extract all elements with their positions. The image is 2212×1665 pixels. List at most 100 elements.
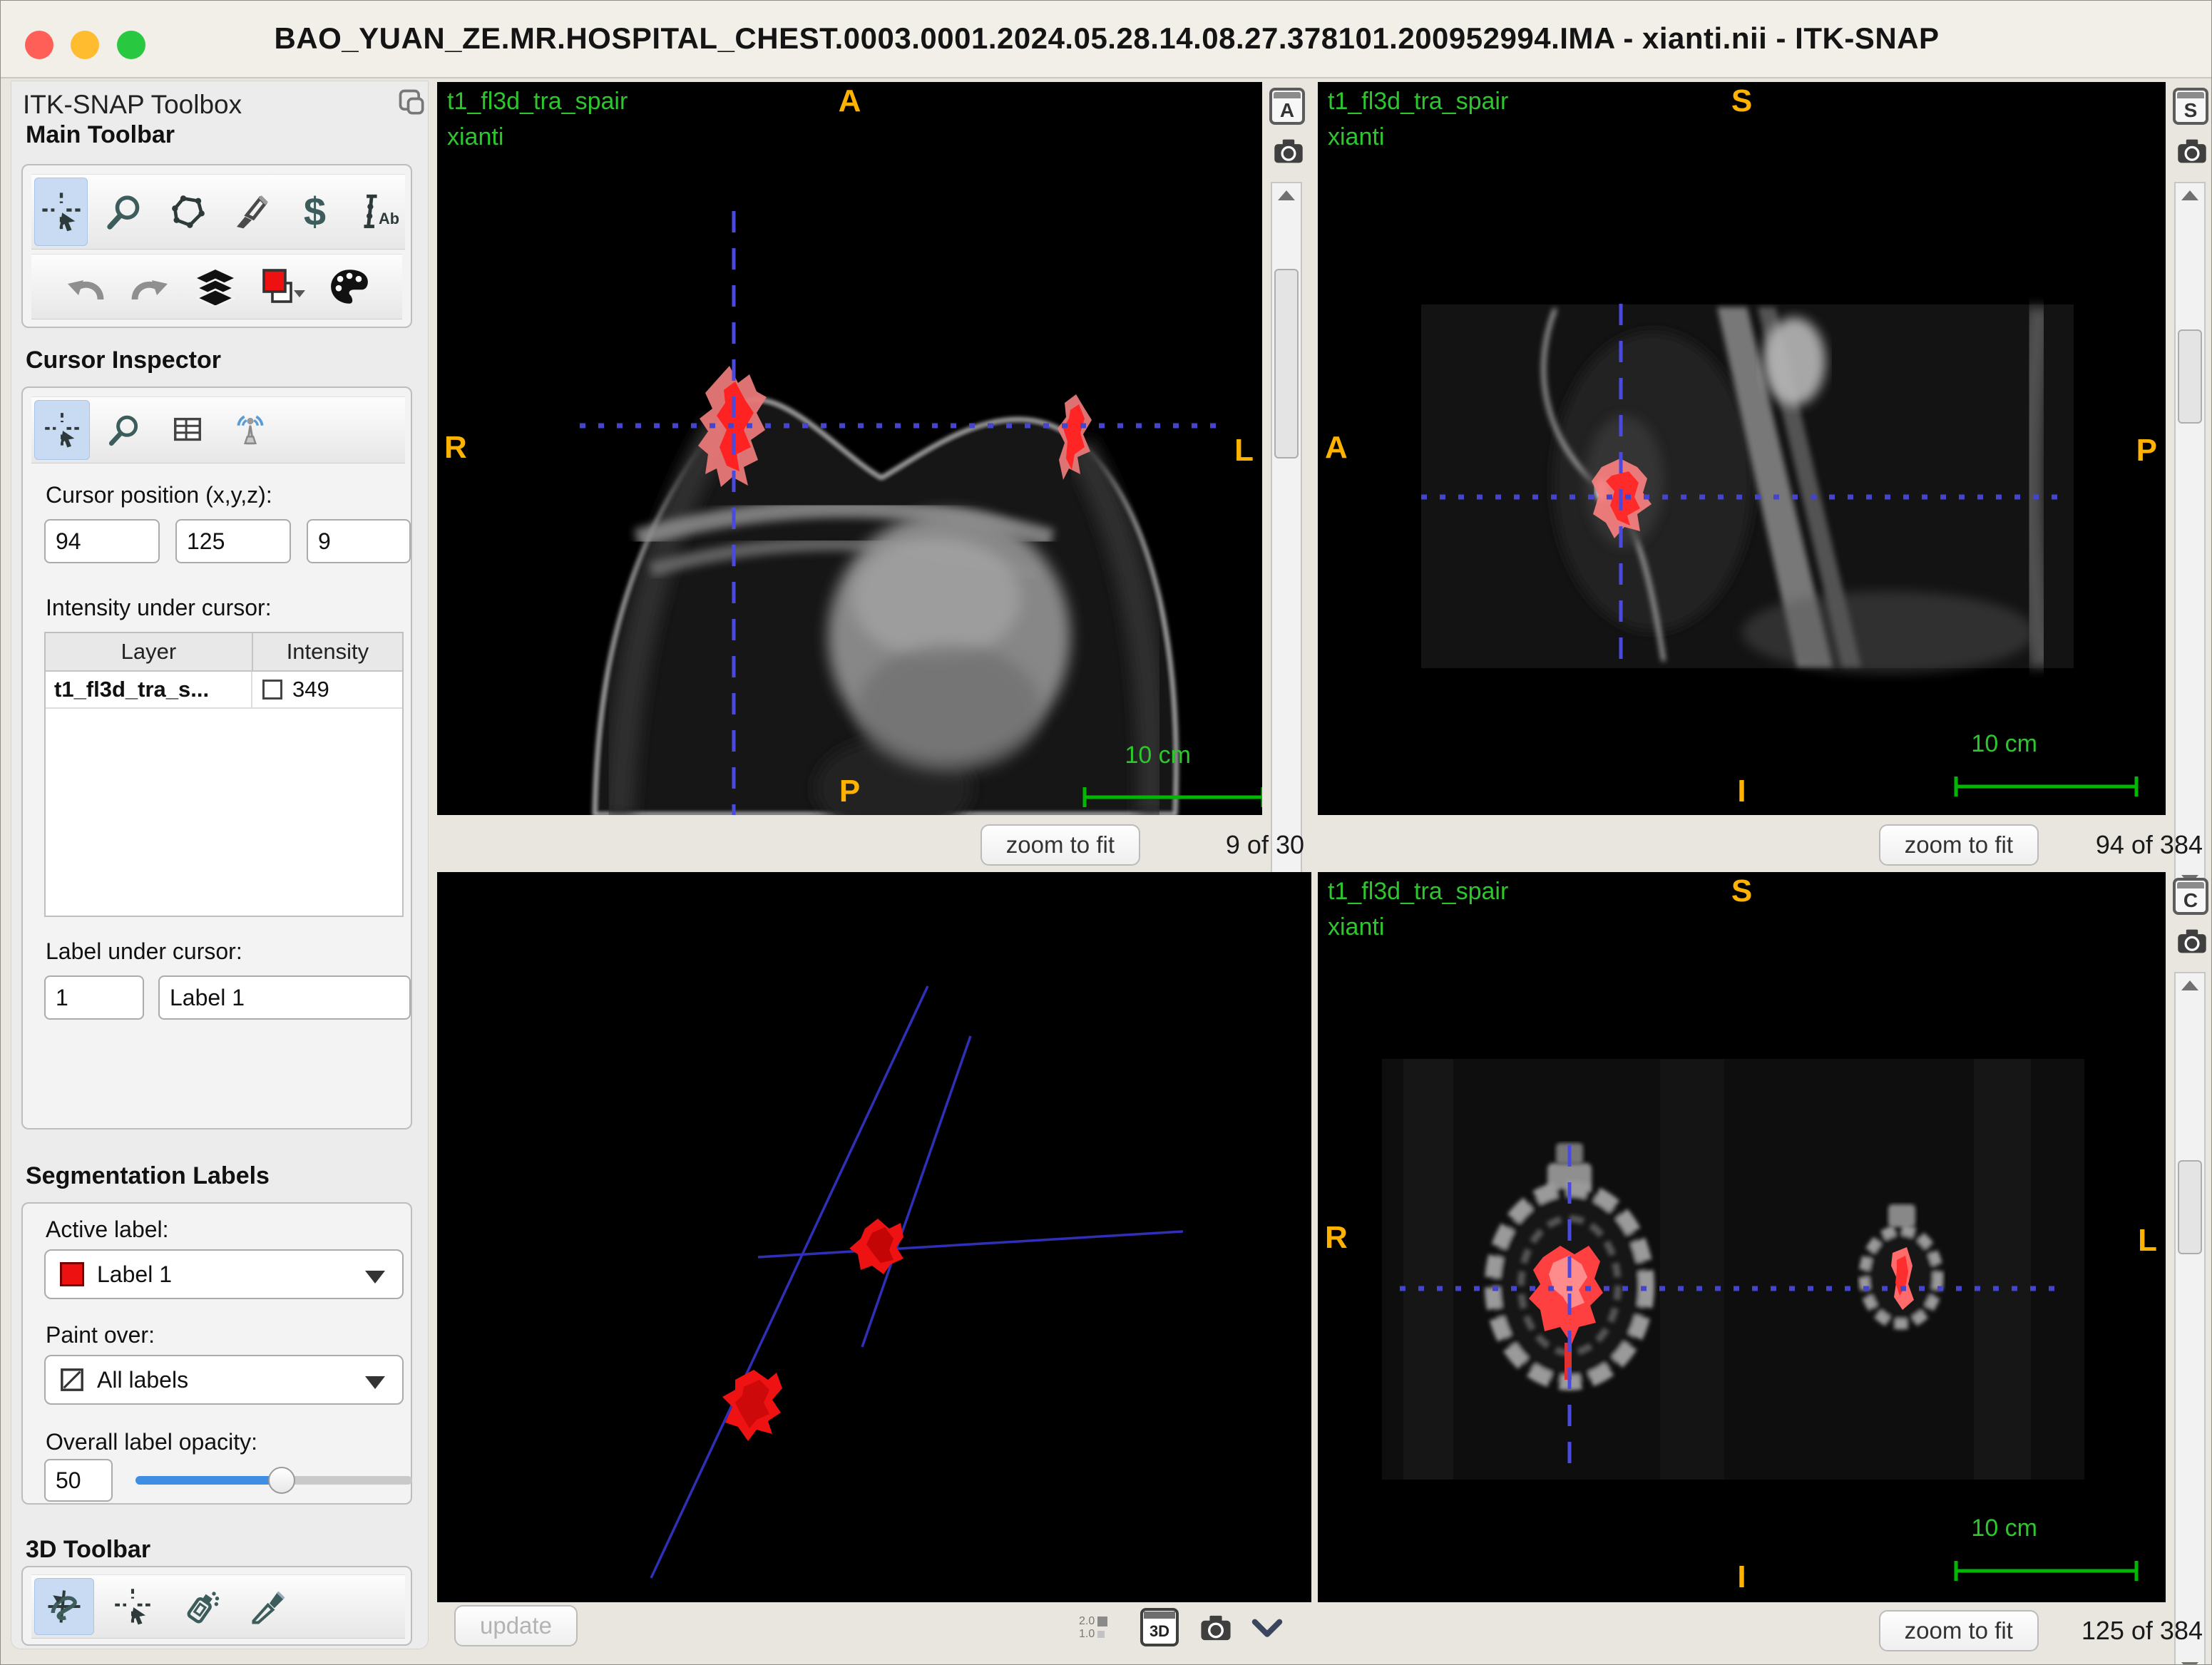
3d-mode-icon[interactable]: 3D: [1140, 1608, 1179, 1646]
sagittal-scroll-thumb[interactable]: [2178, 329, 2202, 424]
magnifier-icon: [107, 412, 143, 448]
inspector-crosshair-mode-button[interactable]: [34, 400, 90, 461]
zoom-to-fit-button[interactable]: zoom to fit: [1879, 824, 2039, 866]
update-button[interactable]: update: [454, 1605, 578, 1646]
orientation-letter-top: S: [1318, 874, 2166, 909]
paintbrush-tool-button[interactable]: [225, 178, 278, 246]
scroll-up-icon[interactable]: [2176, 183, 2204, 208]
magnifier-icon: [105, 192, 145, 232]
all-labels-icon: [60, 1368, 84, 1392]
coronal-slice-indicator: 125 of 384: [2082, 1616, 2203, 1646]
camera-icon[interactable]: [1199, 1612, 1233, 1644]
layer-inspector-icon[interactable]: [195, 268, 235, 305]
3d-scale-toggle-icon[interactable]: 2.0 1.0: [1079, 1607, 1107, 1649]
coronal-viewport[interactable]: t1_fl3d_tra_spair xianti S R L I 10 cm: [1318, 872, 2166, 1602]
intensity-under-cursor-label: Intensity under cursor:: [46, 595, 272, 621]
zoom-to-fit-button[interactable]: zoom to fit: [1879, 1610, 2039, 1651]
paint-over-dropdown[interactable]: All labels: [44, 1355, 404, 1405]
opacity-field[interactable]: [44, 1459, 113, 1502]
orientation-letter-right: L: [2138, 1223, 2157, 1259]
subject-label: xianti: [1328, 913, 1384, 941]
orientation-letter-right: L: [1234, 433, 1254, 468]
scroll-down-icon[interactable]: [2176, 1655, 2204, 1665]
camera-icon[interactable]: [1272, 136, 1305, 166]
annotation-ruler-icon: Ab: [358, 191, 399, 232]
label-editor-palette-icon[interactable]: [329, 268, 369, 305]
annotation-tool-button[interactable]: Ab: [352, 178, 405, 246]
table-grid-icon: [171, 414, 204, 446]
camera-icon[interactable]: [2176, 136, 2208, 166]
label-id-field[interactable]: [44, 975, 144, 1020]
scale-bar-label: 10 cm: [1971, 1515, 2037, 1542]
toolbox-panel: ITK-SNAP Toolbox Main Toolbar: [11, 81, 429, 1649]
segmentation-labels-frame: Active label: Label 1 Paint over: All la…: [21, 1202, 412, 1505]
active-label-value: Label 1: [97, 1261, 172, 1288]
cursor-position-label: Cursor position (x,y,z):: [46, 482, 272, 508]
3d-scalpel-tool-button[interactable]: [240, 1578, 299, 1636]
cursor-z-field[interactable]: [307, 519, 411, 563]
label-name-field[interactable]: [158, 975, 411, 1020]
undock-panel-icon[interactable]: [396, 87, 428, 118]
svg-text:Ab: Ab: [379, 210, 399, 227]
axial-viewport[interactable]: t1_fl3d_tra_spair xianti A R L P 10 cm: [437, 82, 1262, 815]
intensity-table: Layer Intensity t1_fl3d_tra_s... 349: [44, 632, 404, 917]
label-under-cursor-label: Label under cursor:: [46, 938, 242, 965]
camera-icon[interactable]: [2176, 926, 2208, 956]
window-title: BAO_YUAN_ZE.MR.HOSPITAL_CHEST.0003.0001.…: [1, 1, 2212, 76]
trackball-crosshair-icon: [45, 1587, 83, 1626]
scroll-up-icon[interactable]: [1272, 183, 1301, 208]
zoom-tool-button[interactable]: [98, 178, 151, 246]
table-row[interactable]: t1_fl3d_tra_s... 349: [46, 672, 402, 709]
polygon-tool-button[interactable]: [161, 178, 215, 246]
3d-crosshair-tool-button[interactable]: [103, 1578, 163, 1636]
intensity-table-header: Layer Intensity: [46, 633, 402, 672]
layer-checkbox-icon[interactable]: [262, 680, 282, 700]
scale-bar-label: 10 cm: [1971, 730, 2037, 758]
orientation-letter-right: P: [2136, 433, 2157, 468]
main-toolbar-frame: $ Ab: [21, 164, 412, 328]
coronal-mri-image: [1318, 872, 2166, 1602]
scale-bar-label: 10 cm: [1125, 742, 1191, 769]
active-label-dropdown[interactable]: Label 1: [44, 1249, 404, 1299]
opacity-slider-thumb[interactable]: [268, 1467, 295, 1494]
zoom-to-fit-button[interactable]: zoom to fit: [980, 824, 1140, 866]
axial-marker-toggle[interactable]: A: [1269, 88, 1305, 125]
axial-slice-scrollbar[interactable]: [1271, 182, 1302, 893]
paint-over-value: All labels: [97, 1367, 188, 1393]
3d-toolbar-header: 3D Toolbar: [26, 1536, 150, 1564]
3d-bottom-row: update 2.0 1.0 3D: [437, 1605, 1311, 1651]
paintbrush-icon: [232, 192, 272, 232]
3d-viewport[interactable]: [437, 872, 1311, 1602]
coronal-scroll-thumb[interactable]: [2178, 1160, 2202, 1254]
axial-scroll-thumb[interactable]: [1274, 269, 1299, 458]
expand-chevron-icon[interactable]: [1251, 1618, 1283, 1639]
antenna-icon: [232, 412, 268, 448]
coronal-slice-scrollbar[interactable]: [2174, 972, 2206, 1665]
inspector-registration-button[interactable]: [222, 400, 278, 461]
3d-spraypaint-tool-button[interactable]: [171, 1578, 231, 1636]
crosshair-icon: [113, 1587, 152, 1626]
scroll-up-icon[interactable]: [2176, 973, 2204, 998]
sagittal-viewport[interactable]: t1_fl3d_tra_spair xianti S A P I 10 cm: [1318, 82, 2166, 815]
intensity-cell: 349: [252, 672, 402, 707]
subject-label: xianti: [447, 123, 503, 151]
3d-trackball-tool-button[interactable]: [34, 1578, 94, 1636]
coronal-marker-toggle[interactable]: C: [2173, 878, 2208, 915]
inspector-layer-table-button[interactable]: [160, 400, 215, 461]
snake-tool-button[interactable]: $: [288, 178, 342, 246]
crosshair-icon: [41, 191, 82, 232]
cursor-y-field[interactable]: [175, 519, 291, 563]
overall-label-opacity-label: Overall label opacity:: [46, 1429, 257, 1455]
crosshair-tool-button[interactable]: [34, 178, 88, 246]
undo-icon[interactable]: [64, 270, 106, 304]
sagittal-slice-scrollbar[interactable]: [2174, 182, 2206, 893]
cursor-x-field[interactable]: [44, 519, 160, 563]
scalpel-icon: [250, 1587, 289, 1626]
inspector-zoom-mode-button[interactable]: [97, 400, 153, 461]
active-label-icon[interactable]: [260, 267, 305, 306]
orientation-letter-bottom: I: [1318, 1559, 2166, 1595]
redo-icon[interactable]: [130, 270, 171, 304]
sagittal-marker-toggle[interactable]: S: [2173, 88, 2208, 125]
sagittal-mri-image: [1318, 82, 2166, 815]
orientation-letter-left: R: [1325, 1220, 1348, 1256]
